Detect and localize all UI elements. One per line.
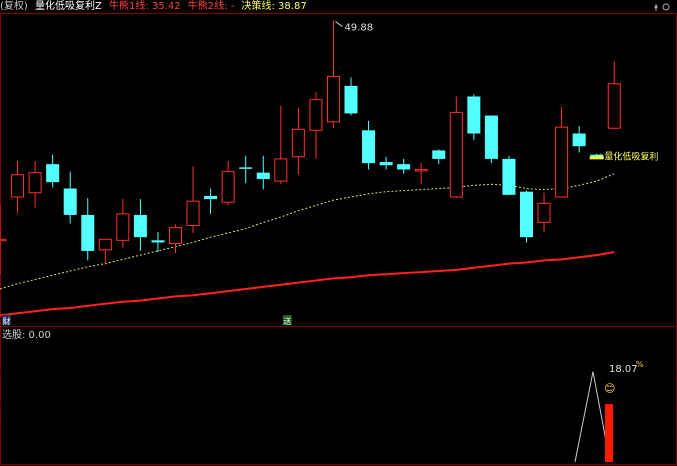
candle bbox=[449, 96, 463, 199]
candle bbox=[221, 161, 235, 206]
candle-body bbox=[239, 167, 253, 169]
candle bbox=[28, 161, 42, 208]
candle-body bbox=[397, 164, 411, 170]
candle bbox=[204, 188, 218, 214]
candle-body bbox=[133, 214, 147, 238]
candle bbox=[81, 198, 95, 261]
candle bbox=[484, 115, 498, 164]
candle-body bbox=[344, 85, 358, 114]
high-annotation-arrow bbox=[335, 21, 343, 27]
sub-signal-bar bbox=[605, 404, 613, 462]
candle-body bbox=[520, 191, 533, 238]
candle bbox=[502, 155, 516, 195]
candle-body bbox=[414, 168, 428, 172]
candle-body bbox=[204, 195, 218, 200]
sub-peak-suffix: % bbox=[636, 360, 644, 369]
candle bbox=[11, 161, 25, 213]
candle bbox=[256, 155, 270, 190]
candle bbox=[151, 231, 165, 252]
candle-body bbox=[221, 171, 235, 203]
candle-body bbox=[362, 130, 376, 164]
candle bbox=[46, 154, 60, 188]
candle-body bbox=[502, 158, 516, 195]
candle-body bbox=[0, 238, 7, 242]
candle-body bbox=[607, 83, 621, 129]
candle bbox=[309, 92, 323, 159]
candle-body bbox=[169, 227, 182, 245]
candle bbox=[344, 77, 358, 116]
candle bbox=[362, 120, 376, 170]
candle bbox=[520, 190, 533, 243]
candle bbox=[326, 20, 340, 129]
candle-body bbox=[81, 214, 95, 251]
candle-body bbox=[326, 75, 340, 123]
candle-body bbox=[63, 188, 77, 215]
candle bbox=[186, 166, 200, 233]
bottom-tag-label: 送 bbox=[283, 316, 291, 326]
bottom-tag-label: 财 bbox=[3, 316, 11, 326]
candle-body bbox=[291, 128, 305, 158]
candle-body bbox=[309, 99, 323, 131]
candle-body bbox=[449, 111, 463, 198]
candle bbox=[169, 224, 182, 254]
candle-body bbox=[28, 172, 42, 194]
candle-body bbox=[116, 213, 130, 241]
candle-body bbox=[484, 115, 498, 159]
candle bbox=[98, 238, 112, 265]
candle bbox=[397, 158, 411, 174]
candle-body bbox=[379, 162, 393, 166]
candle bbox=[239, 155, 253, 184]
candle-body bbox=[467, 96, 481, 134]
smiley-icon: 😊 bbox=[604, 382, 615, 395]
candle-body bbox=[46, 164, 60, 183]
candle-body bbox=[186, 200, 200, 227]
candle bbox=[414, 163, 428, 185]
candle-body bbox=[11, 174, 25, 198]
candle bbox=[537, 192, 551, 232]
candle bbox=[291, 108, 305, 175]
candle bbox=[274, 106, 288, 185]
ma1-end-label: ☆量化低吸复利 bbox=[596, 151, 658, 163]
ma2-line bbox=[0, 251, 615, 317]
candle bbox=[116, 199, 130, 248]
candle-body bbox=[256, 172, 270, 179]
sub-panel-label: 选股: 0.00 bbox=[2, 328, 51, 341]
candle bbox=[133, 199, 147, 251]
candle-body bbox=[572, 133, 586, 147]
candle-body bbox=[151, 240, 165, 243]
candle-body bbox=[98, 238, 112, 251]
candlestick-chart: 49.88 ☆量化低吸复利财 送选股: 0.00 18.07% 😊 bbox=[0, 13, 677, 465]
candle-body bbox=[537, 202, 551, 223]
candle bbox=[379, 156, 393, 170]
candle-body bbox=[555, 126, 569, 198]
sub-peak-value: 18.07 bbox=[609, 364, 638, 375]
high-price-label: 49.88 bbox=[344, 23, 373, 34]
candle bbox=[555, 107, 569, 198]
candle-body bbox=[432, 150, 446, 159]
candle bbox=[572, 126, 586, 153]
candle bbox=[63, 171, 77, 224]
candle bbox=[607, 61, 621, 130]
candle bbox=[467, 94, 481, 140]
candle bbox=[432, 149, 446, 165]
candle-body bbox=[274, 158, 288, 182]
